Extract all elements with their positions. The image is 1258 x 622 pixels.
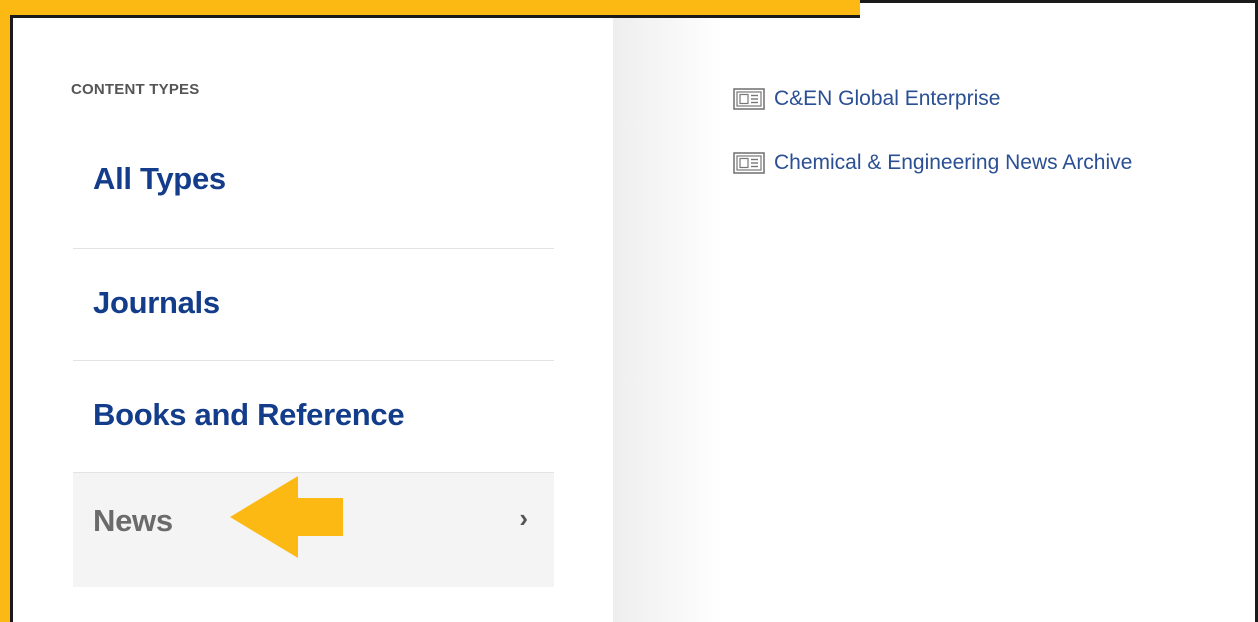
news-publications-panel: C&EN Global Enterprise Chemical & Engine…: [613, 18, 1255, 622]
screenshot-frame: CONTENT TYPES All Types Journals Books a…: [0, 0, 1258, 622]
frame-border-top: [860, 0, 1258, 3]
publication-link-label: C&EN Global Enterprise: [774, 87, 1001, 110]
publication-link-label: Chemical & Engineering News Archive: [774, 151, 1133, 174]
highlight-border-top: [0, 0, 860, 15]
menu-item-all-types[interactable]: All Types: [73, 141, 554, 249]
newspaper-icon: [733, 152, 765, 174]
chevron-right-icon: ›: [519, 503, 528, 533]
publication-link-cen-archive[interactable]: Chemical & Engineering News Archive: [733, 148, 1132, 178]
highlight-border-left: [0, 0, 10, 622]
content-types-heading: CONTENT TYPES: [71, 81, 200, 98]
news-publications-list: C&EN Global Enterprise Chemical & Engine…: [733, 84, 1132, 212]
menu-item-label: Books and Reference: [93, 397, 405, 432]
newspaper-icon: [733, 88, 765, 110]
menu-item-label: News: [93, 503, 173, 538]
menu-item-label: All Types: [93, 161, 226, 196]
annotation-arrow-icon: [230, 476, 343, 558]
menu-item-label: Journals: [93, 285, 220, 320]
menu-item-journals[interactable]: Journals: [73, 249, 554, 361]
publication-link-cen-global-enterprise[interactable]: C&EN Global Enterprise: [733, 84, 1132, 114]
menu-item-books-and-reference[interactable]: Books and Reference: [73, 361, 554, 473]
